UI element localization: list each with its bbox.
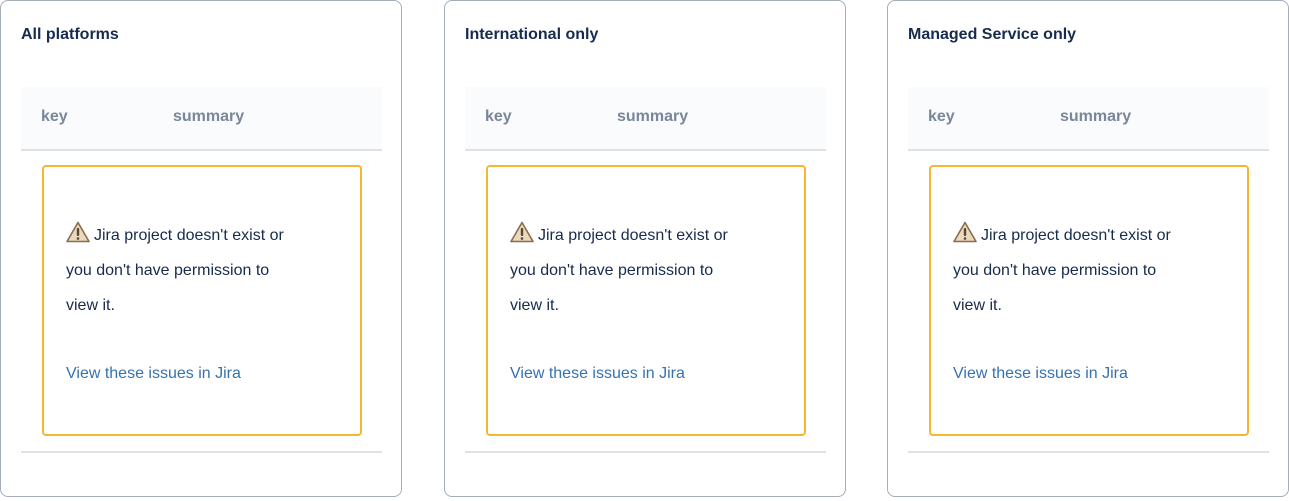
view-in-jira-link[interactable]: View these issues in Jira (66, 365, 241, 383)
table-header: key summary (908, 87, 1269, 151)
column-header-key[interactable]: key (928, 108, 955, 126)
panel-title: All platforms (21, 26, 119, 43)
panel-managed-service-only: Managed Service only key summary Jira pr… (887, 0, 1289, 497)
warning-icon (510, 221, 534, 243)
table-header: key summary (465, 87, 826, 151)
column-header-summary[interactable]: summary (173, 108, 244, 126)
table-body: Jira project doesn't exist or you don't … (21, 151, 382, 453)
column-header-summary[interactable]: summary (1060, 108, 1131, 126)
table-body: Jira project doesn't exist or you don't … (465, 151, 826, 453)
issues-table: key summary Jira project doesn't exist o… (21, 87, 382, 453)
issues-table: key summary Jira project doesn't exist o… (465, 87, 826, 453)
panel-international-only: International only key summary Jira proj… (444, 0, 846, 497)
column-header-key[interactable]: key (41, 108, 68, 126)
jira-panels: All platforms key summary Jira project d… (0, 0, 1289, 501)
warning-icon (66, 221, 90, 243)
error-message: Jira project doesn't exist or you don't … (510, 227, 728, 314)
view-in-jira-link[interactable]: View these issues in Jira (953, 365, 1128, 383)
warning-icon (953, 221, 977, 243)
view-in-jira-link[interactable]: View these issues in Jira (510, 365, 685, 383)
column-header-summary[interactable]: summary (617, 108, 688, 126)
error-message-block: Jira project doesn't exist or you don't … (953, 218, 1183, 323)
panel-title: International only (465, 26, 599, 43)
error-message: Jira project doesn't exist or you don't … (953, 227, 1171, 314)
table-header: key summary (21, 87, 382, 151)
panel-all-platforms: All platforms key summary Jira project d… (0, 0, 402, 497)
table-body: Jira project doesn't exist or you don't … (908, 151, 1269, 453)
error-message-block: Jira project doesn't exist or you don't … (66, 218, 296, 323)
issues-table: key summary Jira project doesn't exist o… (908, 87, 1269, 453)
error-message: Jira project doesn't exist or you don't … (66, 227, 284, 314)
error-alert: Jira project doesn't exist or you don't … (42, 165, 362, 436)
error-alert: Jira project doesn't exist or you don't … (929, 165, 1249, 436)
panel-title: Managed Service only (908, 26, 1077, 43)
error-alert: Jira project doesn't exist or you don't … (486, 165, 806, 436)
column-header-key[interactable]: key (485, 108, 512, 126)
error-message-block: Jira project doesn't exist or you don't … (510, 218, 740, 323)
